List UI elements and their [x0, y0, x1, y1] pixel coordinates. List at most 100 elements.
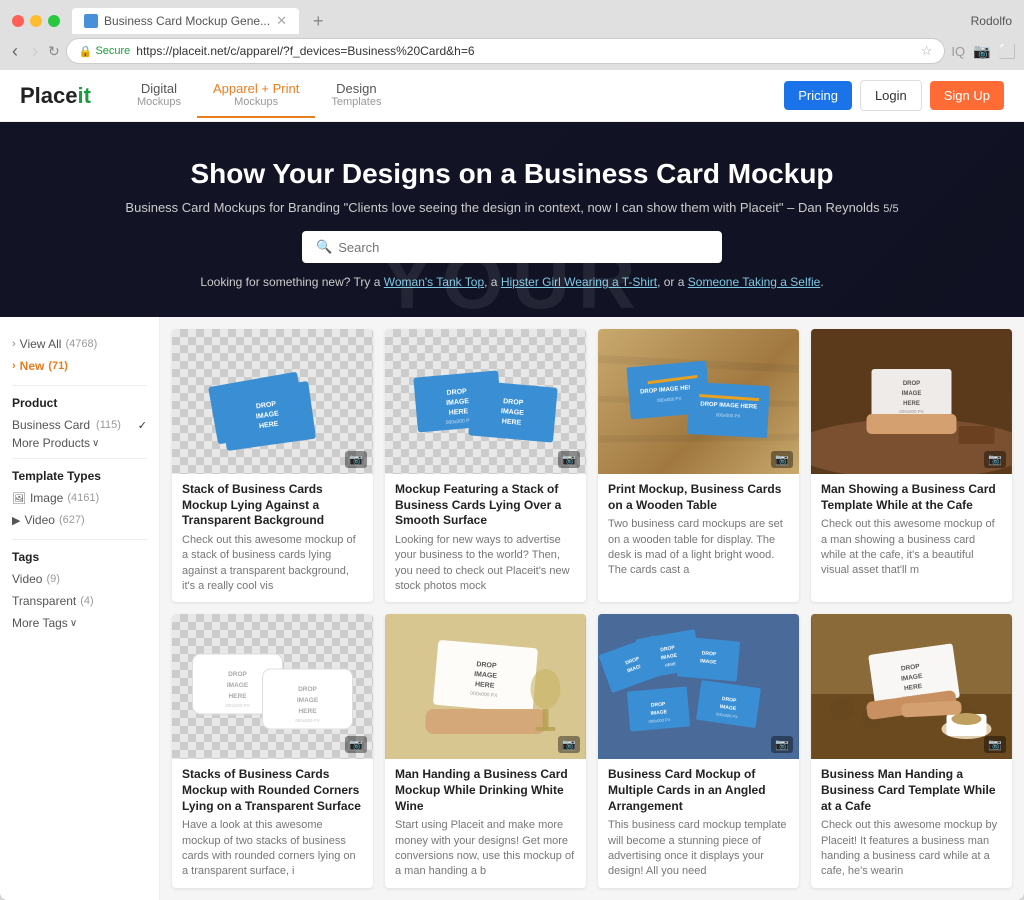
card-6-body: Man Handing a Business Card Mockup While… — [385, 759, 586, 887]
svg-text:DROP: DROP — [228, 671, 247, 678]
bookmark-icon[interactable]: ☆ — [921, 43, 933, 59]
address-bar[interactable]: 🔒 Secure https://placeit.net/c/apparel/?… — [66, 38, 946, 64]
sidebar-image[interactable]: 🖼 Image (4161) — [12, 487, 147, 509]
sidebar-video[interactable]: ▶ Video (627) — [12, 509, 147, 531]
new-tab-button[interactable]: + — [307, 9, 330, 34]
card-6-desc: Start using Placeit and make more money … — [395, 818, 576, 880]
svg-text:IMAGE: IMAGE — [297, 697, 319, 704]
hero-subtitle: Business Card Mockups for Branding "Clie… — [20, 200, 1004, 215]
hero-section: YOUR Show Your Designs on a Business Car… — [0, 122, 1024, 317]
svg-text:IMAGE: IMAGE — [902, 391, 922, 397]
camera-icon-7: 📷 — [771, 736, 793, 753]
content-area: › View All (4768) › New (71) Product Bus… — [0, 317, 1024, 900]
card-3-image: DROP IMAGE HERE 000x000 PX DROP IMAGE HE… — [598, 329, 799, 474]
sidebar-tag-transparent[interactable]: Transparent (4) — [12, 590, 147, 612]
camera-icon-3: 📷 — [771, 451, 793, 468]
lock-icon: 🔒 — [79, 45, 93, 58]
svg-text:000x000 PX: 000x000 PX — [295, 718, 320, 723]
nav-apparel[interactable]: Apparel + Print Mockups — [197, 73, 315, 118]
svg-text:000x000 PX: 000x000 PX — [225, 703, 250, 708]
card-6-image: DROP IMAGE HERE 000x000 PX — [385, 614, 586, 759]
suggestion-link-3[interactable]: Someone Taking a Selfie — [688, 275, 821, 289]
hero-bg-text: YOUR — [380, 235, 643, 317]
hero-title: Show Your Designs on a Business Card Moc… — [20, 158, 1004, 190]
site-content: Placeit Digital Mockups Apparel + Print … — [0, 70, 1024, 900]
close-button[interactable] — [12, 15, 24, 27]
card-1-image: DROP IMAGE HERE 000x000 PX DROP IMAGE HE… — [172, 329, 373, 474]
camera-icon-6: 📷 — [558, 736, 580, 753]
card-5-body: Stacks of Business Cards Mockup with Rou… — [172, 759, 373, 887]
card-wood-table[interactable]: DROP IMAGE HERE 000x000 PX DROP IMAGE HE… — [598, 329, 799, 602]
video-type-icon: ▶ — [12, 514, 20, 527]
sidebar-business-card[interactable]: Business Card (115) ✓ — [12, 414, 147, 436]
svg-text:HERE: HERE — [228, 693, 247, 700]
search-icon: 🔍 — [316, 239, 332, 255]
svg-text:DROP: DROP — [298, 686, 317, 693]
extension-icon-2: 📷 — [973, 43, 990, 60]
sidebar-tag-video[interactable]: Video (9) — [12, 568, 147, 590]
card-2-image: DROP IMAGE HERE 000x000 PX DROP IMAGE HE… — [385, 329, 586, 474]
sidebar: › View All (4768) › New (71) Product Bus… — [0, 317, 160, 900]
card-stack-smooth[interactable]: DROP IMAGE HERE 000x000 PX DROP IMAGE HE… — [385, 329, 586, 602]
camera-icon-4: 📷 — [984, 451, 1006, 468]
check-icon: ✓ — [138, 419, 147, 432]
camera-icon-1: 📷 — [345, 451, 367, 468]
card-rounded-stack[interactable]: DROP IMAGE HERE 000x000 PX DROP IMAGE HE… — [172, 614, 373, 887]
tab-close-icon[interactable]: ✕ — [276, 13, 287, 29]
mockup-grid: DROP IMAGE HERE 000x000 PX DROP IMAGE HE… — [172, 329, 1012, 888]
nav-items: Digital Mockups Apparel + Print Mockups … — [121, 73, 784, 118]
back-button[interactable]: ‹ — [8, 41, 22, 62]
browser-tab[interactable]: Business Card Mockup Gene... ✕ — [72, 8, 299, 34]
chevron-down-icon-2: ∨ — [70, 618, 77, 629]
card-2-title: Mockup Featuring a Stack of Business Car… — [395, 482, 576, 529]
svg-text:HERE: HERE — [903, 401, 920, 407]
sidebar-more-tags[interactable]: More Tags ∨ — [12, 616, 147, 630]
card-6-title: Man Handing a Business Card Mockup While… — [395, 767, 576, 814]
card-cafe-man[interactable]: DROP IMAGE HERE 000x000 PX — [811, 329, 1012, 602]
sidebar-new[interactable]: › New (71) — [12, 355, 147, 377]
pricing-button[interactable]: Pricing — [784, 81, 852, 110]
login-button[interactable]: Login — [860, 80, 922, 111]
extension-icon-1: IQ — [951, 44, 965, 59]
image-type-icon: 🖼 — [12, 492, 26, 505]
card-multiple-angled[interactable]: DROP IMAGE DROP IMAGE HERE DROP IMAGE — [598, 614, 799, 887]
camera-icon-2: 📷 — [558, 451, 580, 468]
card-8-title: Business Man Handing a Business Card Tem… — [821, 767, 1002, 814]
card-stack-transparent[interactable]: DROP IMAGE HERE 000x000 PX DROP IMAGE HE… — [172, 329, 373, 602]
card-7-body: Business Card Mockup of Multiple Cards i… — [598, 759, 799, 887]
card-1-body: Stack of Business Cards Mockup Lying Aga… — [172, 474, 373, 602]
sidebar-product-section: Product — [12, 396, 147, 410]
card-8-desc: Check out this awesome mockup by Placeit… — [821, 818, 1002, 880]
sidebar-tags-section: Tags — [12, 550, 147, 564]
signup-button[interactable]: Sign Up — [930, 81, 1004, 110]
card-8-body: Business Man Handing a Business Card Tem… — [811, 759, 1012, 887]
main-grid-area: DROP IMAGE HERE 000x000 PX DROP IMAGE HE… — [160, 317, 1024, 900]
camera-icon-8: 📷 — [984, 736, 1006, 753]
nav-digital[interactable]: Digital Mockups — [121, 73, 197, 118]
tab-title: Business Card Mockup Gene... — [104, 14, 270, 28]
site-logo[interactable]: Placeit — [20, 83, 91, 109]
card-hand-wine[interactable]: DROP IMAGE HERE 000x000 PX — [385, 614, 586, 887]
svg-text:000x000 PX: 000x000 PX — [899, 409, 924, 414]
refresh-button[interactable]: ↻ — [48, 43, 60, 60]
sidebar-more-products[interactable]: More Products ∨ — [12, 436, 147, 450]
card-3-body: Print Mockup, Business Cards on a Wooden… — [598, 474, 799, 587]
card-5-image: DROP IMAGE HERE 000x000 PX DROP IMAGE HE… — [172, 614, 373, 759]
sidebar-view-all[interactable]: › View All (4768) — [12, 333, 147, 355]
card-1-title: Stack of Business Cards Mockup Lying Aga… — [182, 482, 363, 529]
card-5-desc: Have a look at this awesome mockup of tw… — [182, 818, 363, 880]
chevron-down-icon: ∨ — [92, 438, 99, 449]
svg-text:IMAGE: IMAGE — [227, 682, 249, 689]
maximize-button[interactable] — [48, 15, 60, 27]
nav-design[interactable]: Design Templates — [315, 73, 397, 118]
card-7-title: Business Card Mockup of Multiple Cards i… — [608, 767, 789, 814]
forward-button[interactable]: › — [28, 41, 42, 62]
card-4-image: DROP IMAGE HERE 000x000 PX — [811, 329, 1012, 474]
camera-icon-5: 📷 — [345, 736, 367, 753]
card-5-title: Stacks of Business Cards Mockup with Rou… — [182, 767, 363, 814]
card-3-title: Print Mockup, Business Cards on a Wooden… — [608, 482, 789, 513]
card-4-body: Man Showing a Business Card Template Whi… — [811, 474, 1012, 587]
user-name-display: Rodolfo — [971, 14, 1012, 28]
minimize-button[interactable] — [30, 15, 42, 27]
card-businessman-cafe[interactable]: DROP IMAGE HERE 000x000 PX 📷 — [811, 614, 1012, 887]
